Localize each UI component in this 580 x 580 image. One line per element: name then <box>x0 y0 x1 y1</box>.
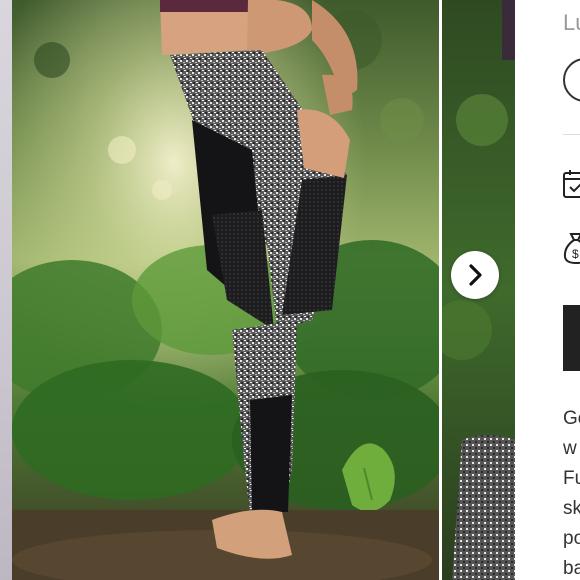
product-description: Ge w Fu sk po ba <box>563 404 580 580</box>
product-details-panel: Lu $ Ge w Fu sk po ba <box>515 0 580 580</box>
product-photo <box>12 0 439 580</box>
image-carousel[interactable] <box>0 0 515 580</box>
description-line: w <box>563 438 577 459</box>
product-title: Lu <box>563 10 580 35</box>
description-line: Ge <box>563 408 580 429</box>
divider <box>563 134 580 135</box>
description-line: Fu <box>563 468 580 489</box>
add-to-bag-button[interactable] <box>563 305 580 371</box>
color-option-button[interactable] <box>563 58 580 102</box>
description-line: po <box>563 528 580 549</box>
description-line: ba <box>563 558 580 579</box>
money-bag-icon: $ <box>563 233 580 265</box>
next-image-button[interactable] <box>451 251 499 299</box>
calendar-check-icon <box>563 170 580 198</box>
chevron-right-icon <box>469 264 482 286</box>
description-line: sk <box>563 498 580 519</box>
svg-text:$: $ <box>572 247 579 261</box>
previous-slide-image <box>0 0 12 580</box>
